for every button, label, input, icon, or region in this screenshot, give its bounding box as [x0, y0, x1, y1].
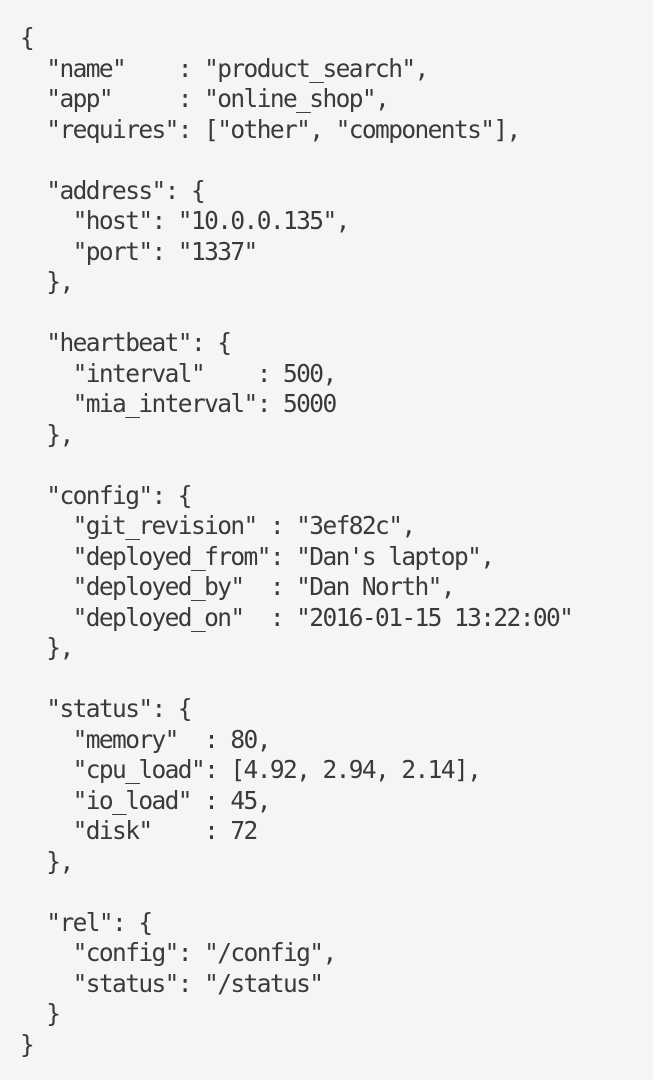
code-line: "git_revision" : "3ef82c",	[20, 511, 417, 540]
json-code-block: { "name" : "product_search", "app" : "on…	[20, 23, 574, 1060]
code-line: "heartbeat": {	[20, 328, 232, 357]
code-line: "deployed_from": "Dan's laptop",	[20, 541, 495, 571]
code-line: "app" : "online_shop",	[20, 84, 390, 113]
code-line: "port": "1337"	[20, 236, 259, 266]
code-line: "requires": ["other", "components"],	[20, 114, 521, 144]
code-line: },	[20, 846, 74, 876]
code-line: "disk" : 72	[20, 816, 259, 845]
code-line: },	[20, 419, 74, 449]
code-line: },	[20, 633, 74, 662]
code-line: "deployed_by" : "Dan North",	[20, 572, 456, 601]
code-line: "memory" : 80,	[20, 724, 272, 754]
code-line: "config": "/config",	[20, 938, 338, 967]
document-page: { "name" : "product_search", "app" : "on…	[0, 0, 653, 1080]
code-line: },	[20, 267, 74, 296]
code-line: "address": {	[20, 175, 205, 205]
code-line: }	[20, 999, 61, 1028]
code-line: "rel": {	[20, 907, 153, 937]
code-line: "name" : "product_search",	[20, 53, 429, 83]
code-line: "host": "10.0.0.135",	[20, 206, 351, 235]
code-line: "config": {	[20, 480, 192, 510]
code-line: }	[20, 1029, 35, 1059]
code-line: "io_load" : 45,	[20, 785, 272, 815]
code-line: "status": {	[20, 694, 192, 723]
code-line: "status": "/status"	[20, 968, 324, 998]
code-line: "cpu_load": [4.92, 2.94, 2.14],	[20, 755, 482, 784]
code-line: {	[20, 23, 35, 52]
code-line: "deployed_on" : "2016-01-15 13:22:00"	[20, 602, 574, 632]
code-line: "mia_interval": 5000	[20, 389, 338, 418]
code-line: "interval" : 500,	[20, 358, 338, 388]
